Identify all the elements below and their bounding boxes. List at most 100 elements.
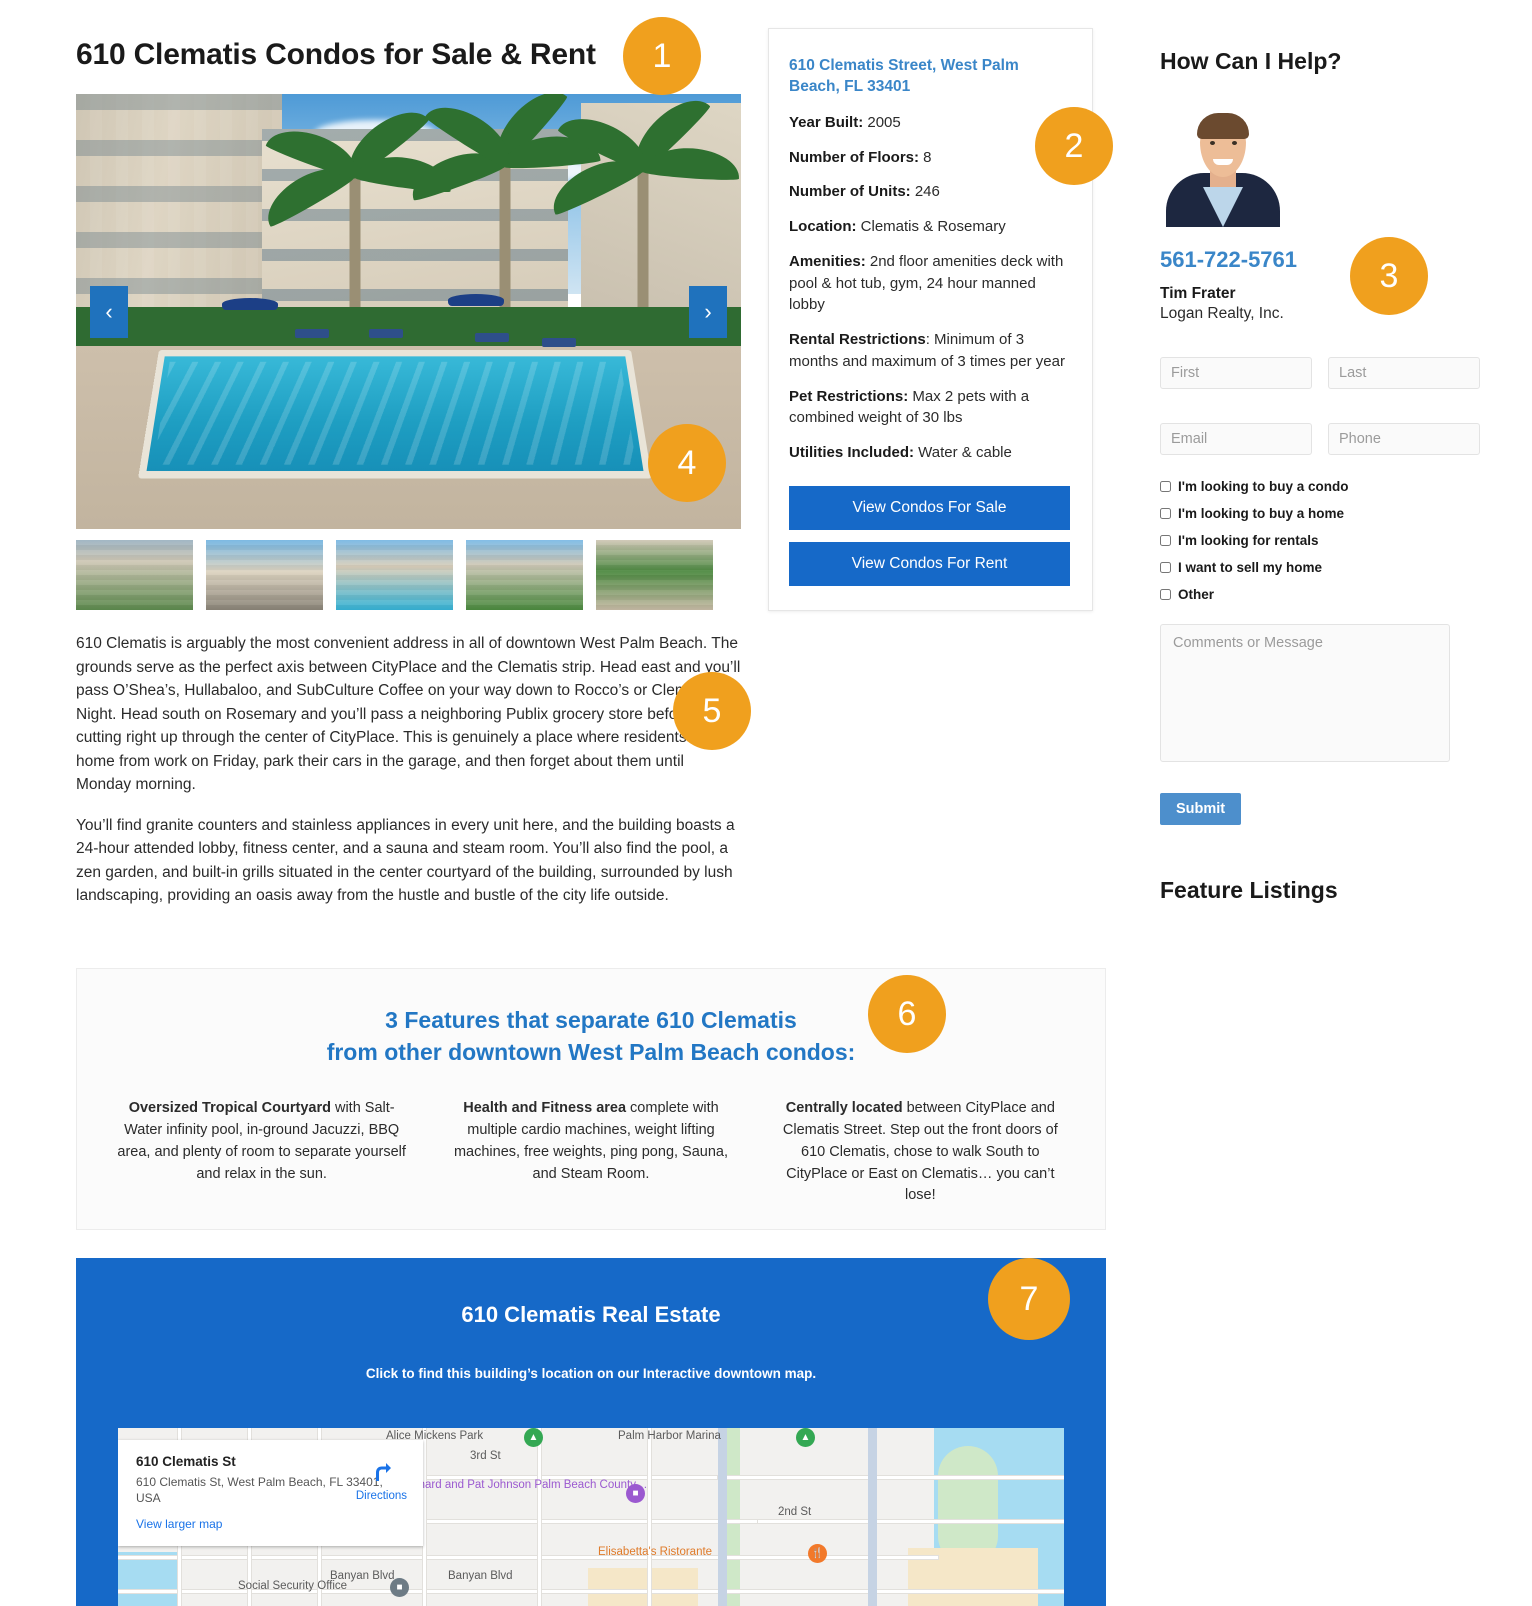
info-value: Water & cable — [914, 444, 1012, 461]
features-columns: Oversized Tropical Courtyard with Salt-W… — [77, 1068, 1105, 1207]
marina-pin-icon[interactable]: ▲ — [796, 1428, 815, 1447]
sidebar: How Can I Help? 561-722-5761 Tim Frater … — [1160, 28, 1500, 904]
umbrella — [222, 298, 279, 311]
lounger — [295, 328, 330, 338]
feature-listings-heading: Feature Listings — [1160, 877, 1338, 903]
chevron-right-icon: › — [704, 298, 712, 324]
info-row: Utilities Included: Water & cable — [789, 442, 1070, 464]
info-label: Year Built: — [789, 113, 864, 131]
checkbox-buy-condo[interactable]: I'm looking to buy a condo — [1160, 479, 1480, 494]
thumbnail[interactable] — [466, 540, 583, 610]
feature-title: Health and Fitness area — [463, 1100, 627, 1117]
real-estate-subtitle: Click to find this building’s location o… — [365, 1366, 817, 1381]
phone-input[interactable] — [1328, 423, 1480, 455]
thumbnail[interactable] — [76, 540, 193, 610]
feature-column: Centrally located between CityPlace and … — [756, 1098, 1085, 1207]
thumbnail[interactable] — [206, 540, 323, 610]
features-heading-line-1: 3 Features that separate 610 Clematis — [385, 1007, 797, 1033]
map-label: Richard and Pat Johnson Palm Beach Count… — [402, 1479, 648, 1491]
info-row: Rental Restrictions: Minimum of 3 months… — [789, 329, 1070, 373]
checkbox-rentals[interactable]: I'm looking for rentals — [1160, 533, 1480, 548]
government-pin-icon[interactable]: ■ — [390, 1578, 409, 1597]
features-heading-line-2: from other downtown West Palm Beach cond… — [326, 1038, 856, 1065]
view-condos-for-sale-button[interactable]: View Condos For Sale — [789, 485, 1070, 530]
submit-button[interactable]: Submit — [1160, 793, 1242, 825]
map-label: Palm Harbor Marina — [618, 1430, 721, 1442]
info-value: 2005 — [863, 113, 901, 131]
thumbnail[interactable] — [336, 540, 453, 610]
annotation-badge-4: 4 — [648, 424, 726, 502]
annotation-badge-7: 7 — [988, 1258, 1070, 1340]
checkbox-label[interactable]: I'm looking to buy a condo — [1178, 479, 1348, 494]
road — [758, 1520, 1064, 1523]
feature-title: Oversized Tropical Courtyard — [128, 1100, 331, 1117]
checkbox-buy-home[interactable]: I'm looking to buy a home — [1160, 506, 1480, 521]
map-label: Banyan Blvd — [448, 1570, 513, 1582]
main-column: 610 Clematis Condos for Sale & Rent ‹ › … — [76, 0, 741, 925]
interest-checkboxes: I'm looking to buy a condo I'm looking t… — [1160, 479, 1480, 602]
info-label: Number of Floors: — [789, 148, 919, 166]
agent-name: Tim Frater — [1160, 285, 1236, 302]
checkbox-label[interactable]: I want to sell my home — [1178, 560, 1322, 575]
checkbox-input[interactable] — [1160, 508, 1171, 519]
checkbox-label[interactable]: Other — [1178, 587, 1214, 602]
park-pin-icon[interactable]: ▲ — [524, 1428, 543, 1447]
directions-label: Directions — [355, 1490, 407, 1502]
map-label: Elisabetta's Ristorante — [598, 1546, 713, 1558]
building-info-column: 610 Clematis Street, West Palm Beach, FL… — [768, 28, 1093, 611]
description-paragraph-1: 610 Clematis is arguably the most conven… — [76, 635, 741, 794]
road — [718, 1476, 1064, 1479]
swimming-pool — [138, 350, 653, 479]
map-label: 3rd St — [470, 1450, 501, 1462]
checkbox-label[interactable]: I'm looking to buy a home — [1178, 506, 1344, 521]
agent-company: Logan Realty, Inc. — [1160, 305, 1284, 322]
email-input[interactable] — [1160, 423, 1312, 455]
thumbnail[interactable] — [596, 540, 713, 610]
first-name-input[interactable] — [1160, 357, 1312, 389]
carousel-thumbnails[interactable] — [76, 540, 741, 610]
checkbox-input[interactable] — [1160, 562, 1171, 573]
checkbox-sell-home[interactable]: I want to sell my home — [1160, 560, 1480, 575]
carousel-prev-button[interactable]: ‹ — [90, 285, 128, 338]
info-label: Amenities: — [789, 252, 866, 270]
checkbox-input[interactable] — [1160, 589, 1171, 600]
real-estate-section[interactable]: 610 Clematis Real Estate Click to find t… — [76, 1258, 1106, 1606]
view-condos-for-rent-button[interactable]: View Condos For Rent — [789, 541, 1070, 586]
carousel-current-image — [76, 94, 741, 529]
feature-title: Centrally located — [785, 1100, 903, 1117]
last-name-input[interactable] — [1328, 357, 1480, 389]
info-label: Pet Restrictions: — [789, 387, 909, 405]
major-road — [718, 1428, 727, 1606]
directions-button[interactable]: Directions — [356, 1460, 407, 1504]
checkbox-label[interactable]: I'm looking for rentals — [1178, 533, 1318, 548]
info-label: Utilities Included: — [789, 444, 915, 461]
carousel-next-button[interactable]: › — [689, 285, 727, 338]
info-row: Location: Clematis & Rosemary — [789, 216, 1070, 238]
info-row: Number of Units: 246 — [789, 181, 1070, 203]
image-carousel[interactable]: ‹ › — [76, 94, 741, 529]
info-row: Amenities: 2nd floor amenities deck with… — [789, 251, 1070, 316]
museum-pin-icon[interactable]: ■ — [626, 1484, 645, 1503]
agent-phone[interactable]: 561-722-5761 — [1160, 247, 1500, 273]
restaurant-pin-icon[interactable]: 🍴 — [808, 1544, 827, 1563]
info-value: 246 — [910, 183, 940, 201]
hedge — [76, 307, 741, 351]
description-paragraph-2: You’ll find granite counters and stainle… — [76, 816, 735, 905]
annotation-badge-2: 2 — [1035, 107, 1113, 185]
checkbox-other[interactable]: Other — [1160, 587, 1480, 602]
info-value: 8 — [919, 148, 932, 166]
annotation-badge-1: 1 — [623, 17, 701, 95]
view-larger-map-link[interactable]: View larger map — [136, 1517, 222, 1531]
agent-headshot — [1160, 97, 1286, 227]
google-map[interactable]: Alice Mickens Park ▲ Palm Harbor Marina … — [118, 1428, 1064, 1606]
building-address[interactable]: 610 Clematis Street, West Palm Beach, FL… — [789, 55, 1070, 98]
major-road — [868, 1428, 877, 1606]
info-label: Location: — [789, 218, 857, 235]
features-section: 3 Features that separate 610 Clematis fr… — [76, 968, 1106, 1230]
contact-form: I'm looking to buy a condo I'm looking t… — [1160, 357, 1480, 825]
message-textarea[interactable] — [1160, 624, 1450, 762]
checkbox-input[interactable] — [1160, 535, 1171, 546]
checkbox-input[interactable] — [1160, 481, 1171, 492]
feature-column: Oversized Tropical Courtyard with Salt-W… — [97, 1098, 426, 1207]
map-info-card: 610 Clematis St 610 Clematis St, West Pa… — [118, 1440, 423, 1547]
